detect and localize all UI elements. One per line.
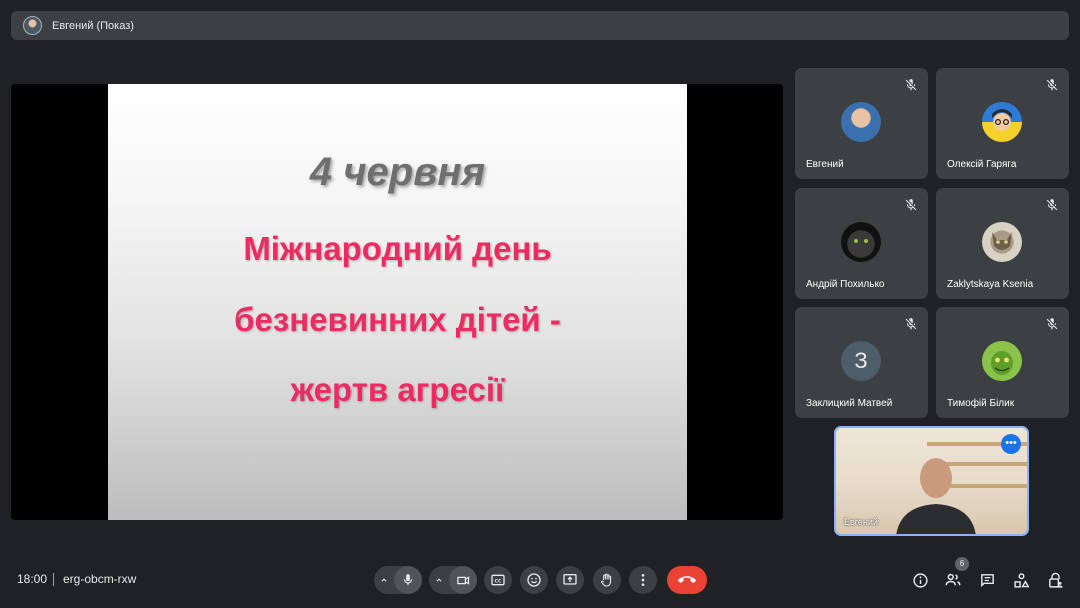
present-screen-button[interactable] — [556, 566, 584, 594]
mic-off-icon — [1046, 79, 1058, 91]
slide-line-2: безневинних дітей - — [234, 301, 561, 338]
raise-hand-button[interactable] — [593, 566, 621, 594]
participant-name: Тимофій Білик — [947, 398, 1015, 409]
self-view-name: Евгений — [844, 517, 878, 527]
mic-off-icon — [1046, 318, 1058, 330]
people-icon — [945, 573, 961, 586]
meeting-time: 18:00 — [17, 572, 48, 586]
more-options-button[interactable] — [629, 566, 657, 594]
host-controls-button[interactable] — [1044, 569, 1066, 591]
chat-icon — [980, 573, 994, 587]
avatar-dark-cat — [841, 222, 881, 262]
mic-off-icon — [905, 79, 917, 91]
end-call-icon — [678, 576, 696, 583]
mic-off-icon — [905, 318, 917, 330]
activities-button[interactable] — [1010, 569, 1032, 591]
more-options-icon[interactable]: ••• — [1001, 434, 1021, 454]
participant-tile[interactable]: Олексій Гаряга — [936, 68, 1069, 179]
raise-hand-icon — [601, 573, 612, 587]
avatar-cat — [982, 222, 1022, 262]
chat-button[interactable] — [976, 569, 998, 591]
meeting-details-button[interactable] — [909, 569, 931, 591]
mic-icon — [403, 574, 413, 586]
presenter-avatar — [23, 16, 42, 35]
leave-call-button[interactable] — [667, 566, 707, 594]
participant-tile[interactable]: Андрій Похилько — [795, 188, 928, 299]
camera-icon — [456, 575, 469, 585]
mic-button[interactable] — [394, 566, 422, 594]
participant-name: Заклицкий Матвей — [806, 398, 893, 409]
slide-line-3: жертв агресії — [290, 371, 505, 408]
emoji-icon — [527, 573, 541, 587]
participant-name: Евгений — [806, 159, 844, 170]
present-screen-icon — [563, 574, 577, 585]
self-view[interactable]: ••• Евгений — [834, 426, 1029, 536]
avatar-green-character — [982, 341, 1022, 381]
camera-options-chevron-icon[interactable] — [429, 566, 449, 594]
slide-line-1: Міжнародний день — [243, 230, 552, 267]
captions-icon: CC — [491, 574, 505, 586]
participant-tile[interactable]: Тимофій Білик — [936, 307, 1069, 418]
mic-options-chevron-icon[interactable] — [374, 566, 394, 594]
presenter-bar[interactable]: Евгений (Показ) — [11, 11, 1069, 40]
participant-tile[interactable]: Zaklytskaya Ksenia — [936, 188, 1069, 299]
more-vert-icon — [641, 574, 645, 586]
mic-off-icon — [1046, 199, 1058, 211]
lock-person-icon — [1048, 572, 1063, 588]
self-person-image — [896, 458, 976, 534]
microphone-control[interactable] — [374, 566, 422, 594]
participant-tile[interactable]: З Заклицкий Матвей — [795, 307, 928, 418]
divider — [53, 573, 54, 586]
activities-icon — [1013, 572, 1029, 588]
svg-text:CC: CC — [495, 578, 502, 584]
camera-control[interactable] — [429, 566, 477, 594]
participant-name: Олексій Гаряга — [947, 159, 1017, 170]
people-button[interactable] — [942, 569, 964, 591]
slide-date: 4 червня — [309, 150, 486, 194]
avatar-letter: З — [841, 341, 881, 381]
meeting-code: erg-obcm-rxw — [63, 572, 137, 586]
participant-name: Андрій Похилько — [806, 279, 885, 290]
info-icon — [912, 572, 928, 588]
bottom-control-bar: 18:00 erg-obcm-rxw CC 6 — [0, 557, 1080, 600]
presentation-slide: 4 червня Міжнародний день безневинних ді… — [108, 84, 687, 520]
participant-name: Zaklytskaya Ksenia — [947, 279, 1034, 290]
presenter-label: Евгений (Показ) — [52, 19, 134, 32]
people-count-badge: 6 — [955, 557, 969, 571]
captions-button[interactable]: CC — [484, 566, 512, 594]
avatar-cartoon — [982, 102, 1022, 142]
emoji-reactions-button[interactable] — [520, 566, 548, 594]
camera-button[interactable] — [449, 566, 477, 594]
avatar-photo-man — [841, 102, 881, 142]
participant-tile[interactable]: Евгений — [795, 68, 928, 179]
presentation-stage[interactable]: 4 червня Міжнародний день безневинних ді… — [11, 84, 783, 520]
mic-off-icon — [905, 199, 917, 211]
